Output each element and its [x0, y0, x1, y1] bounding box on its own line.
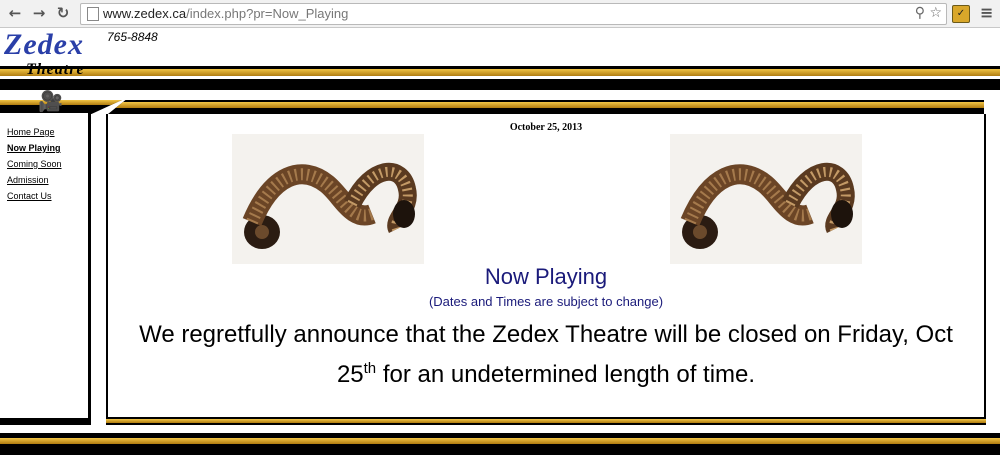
page-subtitle: (Dates and Times are subject to change): [428, 294, 664, 309]
footer-band: [0, 433, 1000, 455]
forward-arrow-icon[interactable]: →: [30, 4, 48, 22]
announcement-line1: We regretfully announce that the Zedex T…: [139, 321, 953, 348]
sidebar-item-coming-soon[interactable]: Coming Soon: [7, 159, 62, 169]
phone-number: 765-8848: [107, 30, 158, 44]
menu-icon[interactable]: ≡: [980, 3, 993, 22]
film-reel-image-left: [232, 134, 424, 264]
sidebar-item-now-playing[interactable]: Now Playing: [7, 143, 61, 153]
logo-theatre: Theatre: [26, 61, 85, 78]
sidebar-nav: Home Page Now Playing Coming Soon Admiss…: [0, 113, 91, 418]
address-bar[interactable]: www.zedex.ca/index.php?pr=Now_Playing ⚲ …: [80, 3, 947, 25]
url-host: www.zedex.ca: [103, 6, 187, 21]
page-title: Now Playing: [484, 264, 608, 289]
logo-zedex: Zedex: [4, 28, 84, 61]
url-actions: ⚲ ☆: [915, 5, 942, 21]
sidebar-item-admission[interactable]: Admission: [7, 175, 49, 185]
browser-toolbar: ← → ↻ www.zedex.ca/index.php?pr=Now_Play…: [0, 0, 1000, 28]
main-content: October 25, 2013 Now Playing (Dates and …: [106, 114, 986, 417]
star-icon[interactable]: ☆: [929, 5, 942, 21]
content-header-band: [108, 100, 984, 114]
film-reel-image-right: [670, 134, 862, 264]
url-path: /index.php?pr=Now_Playing: [186, 6, 349, 21]
closure-announcement: We regretfully announce that the Zedex T…: [108, 318, 984, 392]
page-date: October 25, 2013: [509, 122, 583, 133]
back-arrow-icon[interactable]: ←: [6, 4, 24, 22]
announcement-line2: for an undetermined length of time.: [376, 361, 756, 388]
sidebar-footer-band: [0, 418, 91, 425]
announcement-date-number: 25: [336, 361, 364, 388]
sidebar-item-contact[interactable]: Contact Us: [7, 191, 52, 201]
url-text: www.zedex.ca/index.php?pr=Now_Playing: [103, 6, 348, 21]
page-icon: [87, 7, 99, 21]
sidebar-item-home[interactable]: Home Page: [7, 127, 55, 137]
announcement-date-suffix: th: [363, 360, 377, 377]
content-footer-band: [106, 417, 986, 425]
zoom-icon[interactable]: ⚲: [915, 5, 925, 21]
reload-icon[interactable]: ↻: [54, 4, 72, 22]
header-band: [0, 66, 1000, 90]
extension-icon[interactable]: ✓: [952, 5, 970, 23]
film-camera-icon: 🎥: [38, 89, 63, 113]
